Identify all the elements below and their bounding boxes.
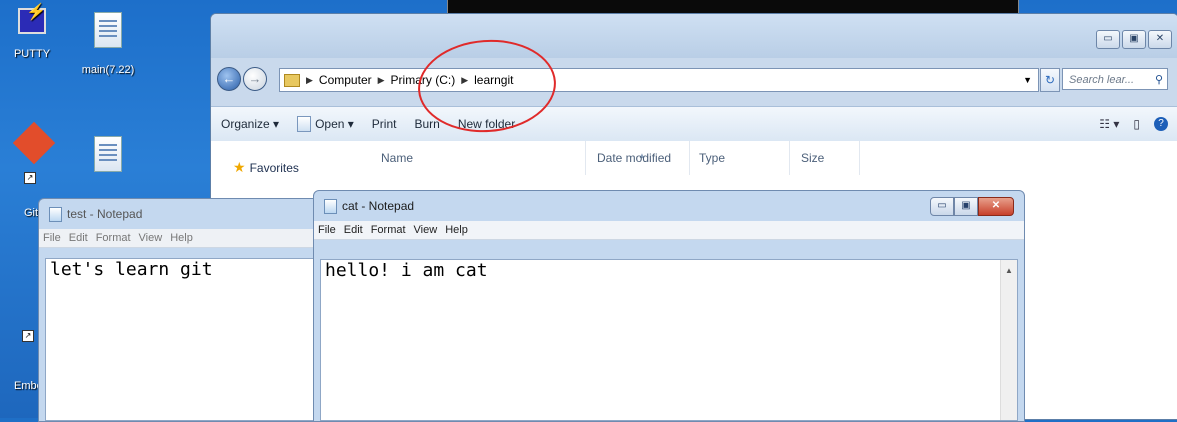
menu-bar: File Edit Format View Help <box>39 229 329 248</box>
desktop-icon-main[interactable]: main(7.22) <box>78 0 138 76</box>
close-button[interactable]: ✕ <box>978 197 1014 216</box>
menu-edit[interactable]: Edit <box>344 224 363 236</box>
notepad-window-test[interactable]: test - Notepad File Edit Format View Hel… <box>38 198 330 422</box>
close-button[interactable]: ✕ <box>1148 30 1172 49</box>
folder-icon <box>284 73 300 87</box>
desktop-icon-git[interactable]: ↗ Git <box>4 121 64 219</box>
notepad-titlebar[interactable]: test - Notepad <box>39 199 329 229</box>
menu-edit[interactable]: Edit <box>69 232 88 244</box>
notepad-icon <box>324 198 337 214</box>
notepad-icon <box>49 206 62 222</box>
menu-file[interactable]: File <box>43 232 61 244</box>
favorites-label: Favorites <box>249 160 299 175</box>
menu-help[interactable]: Help <box>445 224 468 236</box>
column-header-type[interactable]: Type <box>699 151 725 165</box>
back-button[interactable]: ← <box>217 67 241 91</box>
organize-button[interactable]: Organize ▾ <box>221 117 279 131</box>
window-title: cat - Notepad <box>342 199 415 213</box>
forward-button[interactable]: → <box>243 67 267 91</box>
menu-file[interactable]: File <box>318 224 336 236</box>
notepad-titlebar[interactable]: cat - Notepad ▭ ▣ ✕ <box>314 191 1024 221</box>
putty-icon <box>18 2 46 34</box>
shortcut-arrow-icon: ↗ <box>22 330 34 342</box>
menu-view[interactable]: View <box>139 232 163 244</box>
search-icon: ⚲ <box>1154 74 1163 86</box>
minimize-button[interactable]: ▭ <box>930 197 954 216</box>
print-label: Print <box>371 117 397 131</box>
desktop-icon-label: PUTTY <box>13 48 51 60</box>
desktop-icon-label: main(7.22) <box>81 64 135 76</box>
column-headers: ▲ Name Date modified Type Size <box>369 141 1177 175</box>
column-header-size[interactable]: Size <box>801 151 824 165</box>
desktop-icon-document[interactable] <box>78 128 138 172</box>
column-header-name[interactable]: Name <box>381 151 413 165</box>
preview-pane-icon[interactable]: ▯ <box>1133 117 1140 131</box>
address-bar[interactable]: ▶ Computer ▶ Primary (C:) ▶ learngit ▼ <box>279 68 1039 92</box>
window-title: test - Notepad <box>67 207 143 221</box>
explorer-titlebar[interactable]: ▭ ▣ ✕ <box>211 14 1177 58</box>
document-icon <box>94 136 122 172</box>
print-button[interactable]: Print <box>372 117 397 131</box>
maximize-button[interactable]: ▣ <box>954 197 978 216</box>
menu-bar: File Edit Format View Help <box>314 221 1024 240</box>
git-icon <box>12 121 56 165</box>
document-text: hello! i am cat <box>325 260 488 281</box>
star-icon: ★ <box>233 159 246 175</box>
command-bar: Organize ▾ Open ▾ Print Burn New folder … <box>211 106 1177 142</box>
search-input[interactable]: Search lear... ⚲ <box>1062 68 1168 90</box>
vertical-scrollbar[interactable]: ▲ <box>1000 260 1017 420</box>
notepad-window-cat[interactable]: cat - Notepad ▭ ▣ ✕ File Edit Format Vie… <box>313 190 1025 422</box>
document-icon <box>94 12 122 48</box>
shortcut-arrow-icon: ↗ <box>24 172 36 184</box>
search-placeholder: Search lear... <box>1069 74 1135 86</box>
chevron-right-icon: ▶ <box>377 74 385 85</box>
help-icon[interactable]: ? <box>1154 117 1168 131</box>
open-label: Open ▾ <box>315 117 354 131</box>
organize-label: Organize ▾ <box>221 117 280 131</box>
text-area[interactable]: hello! i am cat ▲ <box>320 259 1018 421</box>
notepad-icon <box>297 116 312 132</box>
nav-item-favorites[interactable]: ★ Favorites <box>233 159 299 176</box>
minimize-button[interactable]: ▭ <box>1096 30 1120 49</box>
menu-help[interactable]: Help <box>170 232 193 244</box>
chevron-down-icon[interactable]: ▼ <box>1023 75 1032 85</box>
desktop-icon-label: Git <box>24 207 39 219</box>
breadcrumb-computer[interactable]: Computer <box>319 73 372 87</box>
desktop-icon-putty[interactable]: PUTTY <box>2 0 62 60</box>
document-text: let's learn git <box>50 259 213 280</box>
menu-format[interactable]: Format <box>371 224 406 236</box>
refresh-button[interactable]: ↻ <box>1040 68 1060 92</box>
open-button[interactable]: Open ▾ <box>297 116 354 132</box>
menu-format[interactable]: Format <box>96 232 131 244</box>
menu-view[interactable]: View <box>414 224 438 236</box>
maximize-button[interactable]: ▣ <box>1122 30 1146 49</box>
scroll-up-icon[interactable]: ▲ <box>1001 266 1017 275</box>
view-options-icon[interactable]: ☷ ▾ <box>1099 117 1119 131</box>
chevron-right-icon: ▶ <box>306 74 313 85</box>
text-area[interactable]: let's learn git <box>45 258 323 421</box>
column-header-date[interactable]: Date modified <box>597 151 671 165</box>
